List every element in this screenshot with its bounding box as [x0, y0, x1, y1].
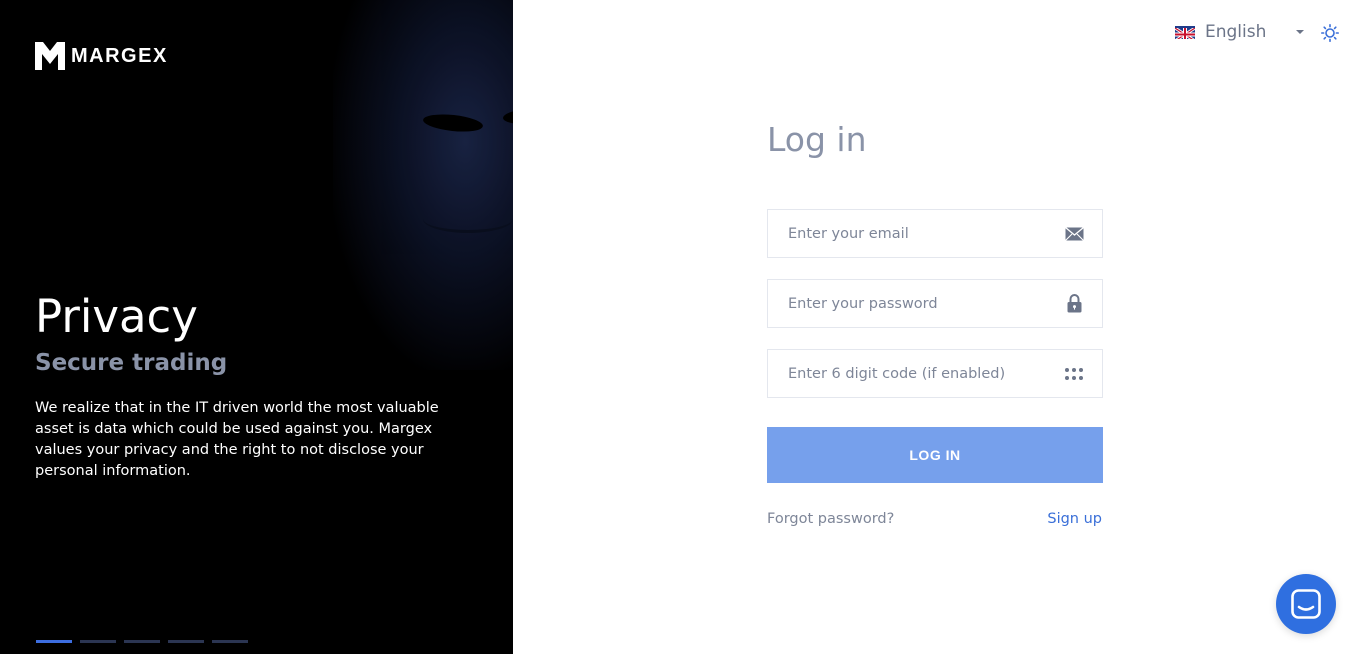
sun-icon[interactable] [1321, 24, 1340, 43]
slide-indicator[interactable] [80, 640, 116, 643]
login-button[interactable]: LOG IN [767, 427, 1103, 483]
slide-indicators [36, 640, 248, 643]
forgot-password-link[interactable]: Forgot password? [767, 511, 894, 527]
slide-indicator[interactable] [36, 640, 72, 643]
brand-logo[interactable]: MARGEX [35, 42, 168, 70]
lock-icon [1062, 292, 1086, 316]
hero-description: We realize that in the IT driven world t… [35, 400, 439, 479]
brand-name: MARGEX [71, 44, 168, 67]
sign-up-link[interactable]: Sign up [1047, 511, 1102, 527]
two-factor-code-field [767, 349, 1103, 398]
login-title: Log in [767, 120, 867, 159]
envelope-icon [1062, 222, 1086, 246]
margex-logo-icon [35, 42, 65, 70]
hero-panel: MARGEX Privacy Secure trading We realize… [0, 0, 513, 654]
hero-title: Privacy [35, 290, 198, 343]
password-input[interactable] [768, 280, 1062, 327]
slide-indicator[interactable] [124, 640, 160, 643]
chat-bubble-icon [1291, 589, 1321, 619]
two-factor-code-input[interactable] [768, 350, 1062, 397]
slide-indicator[interactable] [212, 640, 248, 643]
language-selector[interactable]: English [1175, 22, 1266, 42]
slide-indicator[interactable] [168, 640, 204, 643]
email-input[interactable] [768, 210, 1062, 257]
keypad-dots-icon [1062, 362, 1086, 386]
chat-support-button[interactable] [1276, 574, 1336, 634]
email-field [767, 209, 1103, 258]
uk-flag-icon [1175, 25, 1195, 39]
hero-subtitle: Secure trading [35, 350, 228, 376]
language-label: English [1205, 22, 1267, 42]
mask-background-image [333, 0, 513, 370]
password-field [767, 279, 1103, 328]
chevron-down-icon[interactable] [1296, 30, 1304, 34]
